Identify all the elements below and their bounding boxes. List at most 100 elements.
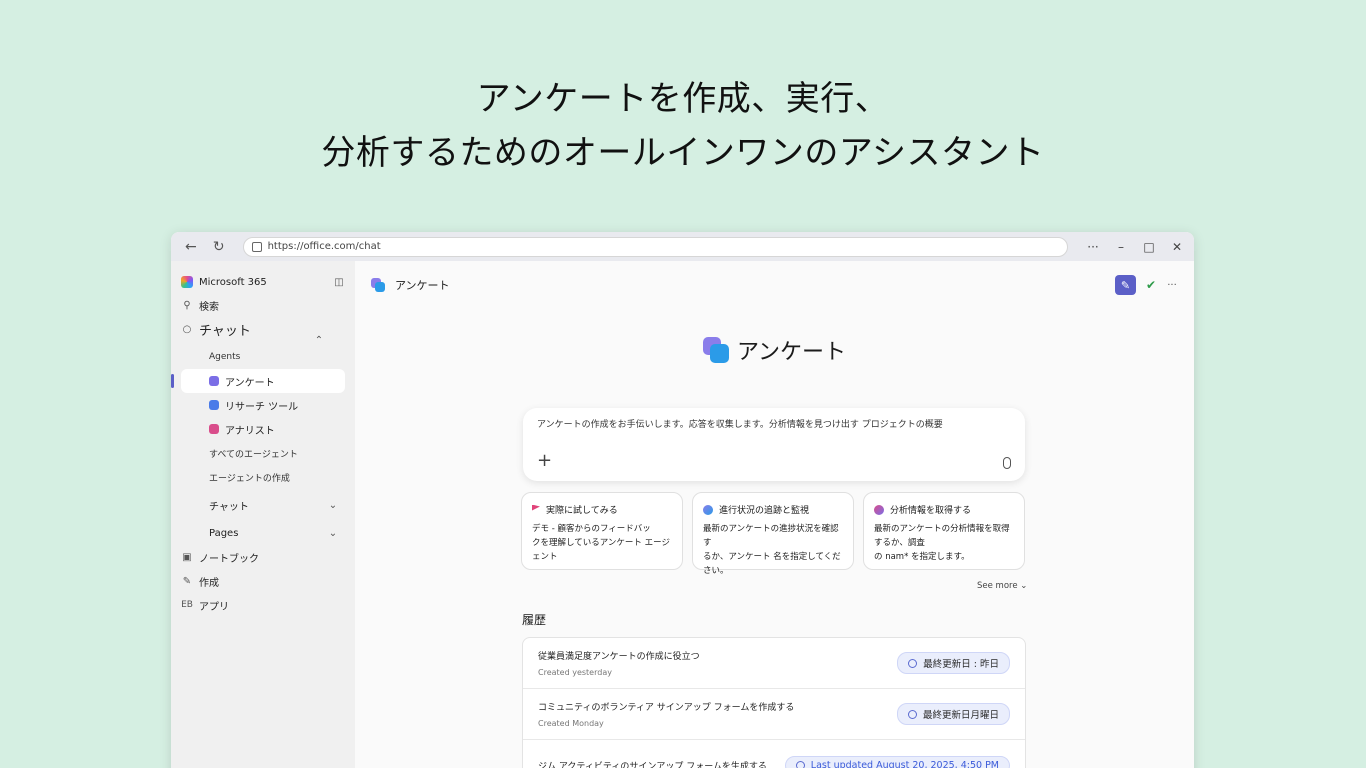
card-body: 最新のアンケートの分析情報を取得するか、調査 の nam* を指定します。 [874, 524, 1010, 562]
section-label: チャット [209, 501, 249, 513]
chat-composer[interactable]: アンケートの作成をお手伝いします。応答を収集します。分析情報を見つけ出す プロジ… [523, 408, 1025, 481]
chevron-down-icon: ⌄ [328, 499, 338, 511]
survey-logo-icon [702, 337, 729, 363]
sidebar-item-label: アプリ [199, 601, 229, 613]
create-icon: ✎ [182, 575, 192, 587]
sidebar-section-chat[interactable]: チャット ⌄ [181, 493, 345, 517]
sidebar-item-label: アナリスト [225, 425, 275, 437]
chat-bubble-icon: ○ [182, 323, 192, 335]
lock-icon [251, 241, 262, 252]
sidebar-item-agent-analyst[interactable]: アナリスト [181, 417, 345, 441]
card-title: 分析情報を取得する [890, 506, 972, 516]
main-panel: アンケート ✎ ✔ ··· アンケート アンケートの作成をお手伝いします。応答を… [355, 261, 1194, 768]
clock-icon [907, 709, 917, 719]
research-agent-icon [209, 400, 219, 410]
main-topbar: アンケート ✎ ✔ ··· [355, 261, 1194, 309]
back-icon[interactable]: ← [181, 237, 201, 257]
sidebar-item-notebook[interactable]: ▣ ノートブック [181, 545, 345, 569]
topbar-agent-name: アンケート [395, 279, 450, 292]
sidebar-item-label: アンケート [225, 377, 275, 389]
chevron-down-icon: ⌄ [1020, 581, 1028, 591]
badge-label: Last updated August 20, 2025, 4:50 PM [810, 759, 999, 768]
card-title: 進行状況の追跡と監視 [719, 506, 810, 516]
agents-label: Agents [209, 352, 241, 362]
insight-icon [874, 504, 884, 515]
browser-window: ← ↻ https://office.com/chat ··· – □ ✕ Mi… [171, 232, 1194, 768]
sidebar-item-agent-survey[interactable]: アンケート [171, 369, 345, 393]
clock-icon [908, 658, 918, 668]
sidebar-item-label: 作成 [199, 577, 219, 589]
card-title: 実際に試してみる [546, 506, 618, 516]
hero-heading: アンケートを作成、実行、 分析するためのオールインワンのアシスタント [0, 72, 1366, 180]
sidebar-item-create-agent[interactable]: エージェントの作成 [181, 465, 345, 489]
badge-label: 最終更新日 : 昨日 [923, 659, 999, 670]
agent-title-text: アンケート [736, 340, 847, 365]
more-icon[interactable]: ··· [1086, 240, 1100, 254]
history-subtitle: Created Monday [538, 719, 604, 728]
url-text: https://office.com/chat [267, 241, 381, 252]
hero-line-2: 分析するためのオールインワンのアシスタント [321, 133, 1045, 173]
history-title: コミュニティのボランティア サインアップ フォームを作成する [538, 703, 795, 713]
address-bar[interactable]: https://office.com/chat [242, 236, 1069, 257]
sidebar-item-label: リサーチ ツール [225, 401, 299, 413]
last-updated-badge: 最終更新日 : 昨日 [897, 652, 1010, 674]
sidebar-item-create[interactable]: ✎ 作成 [181, 569, 345, 593]
sidebar: Microsoft 365 ◫ ⚲ 検索 ○ チャット ⌃ Agents アンケ… [171, 261, 355, 768]
sidebar-item-label: ノートブック [199, 553, 259, 565]
shield-icon[interactable]: ✔ [1146, 278, 1156, 292]
see-more-link[interactable]: See more ⌄ [977, 581, 1027, 591]
history-heading: 履歴 [522, 613, 547, 627]
close-icon[interactable]: ✕ [1170, 240, 1184, 254]
analyst-agent-icon [209, 424, 219, 434]
brand-label: Microsoft 365 [199, 276, 267, 288]
history-title: 従業員満足度アンケートの作成に役立つ [538, 652, 700, 662]
card-body: デモ - 顧客からのフィードバッ クを理解しているアンケート エージェント [532, 524, 670, 562]
history-row[interactable]: 従業員満足度アンケートの作成に役立つ Created yesterday 最終更… [523, 638, 1025, 689]
sidebar-section-pages[interactable]: Pages ⌄ [181, 521, 345, 545]
refresh-icon[interactable]: ↻ [209, 237, 229, 257]
history-row[interactable]: コミュニティのボランティア サインアップ フォームを作成する Created M… [523, 689, 1025, 740]
prompt-card-track[interactable]: 進行状況の追跡と監視 最新のアンケートの進捗状況を確認す るか、アンケート 名を… [692, 492, 854, 576]
apps-icon: EB [181, 600, 193, 610]
history-list: 従業員満足度アンケートの作成に役立つ Created yesterday 最終更… [522, 637, 1026, 768]
sidebar-item-apps[interactable]: EB アプリ [181, 593, 345, 617]
history-title: ジム アクティビティのサインアップ フォームを生成する [538, 761, 767, 768]
sidebar-item-label: 検索 [199, 301, 219, 313]
sidebar-item-search[interactable]: ⚲ 検索 [181, 293, 345, 317]
browser-titlebar: ← ↻ https://office.com/chat ··· – □ ✕ [171, 232, 1194, 261]
flag-icon [532, 504, 540, 511]
card-body: 最新のアンケートの進捗状況を確認す るか、アンケート 名を指定してください。 [703, 524, 841, 576]
survey-agent-icon [209, 376, 219, 386]
agent-title: アンケート [355, 334, 1194, 366]
more-options-icon[interactable]: ··· [1166, 279, 1178, 291]
sidebar-toggle-icon[interactable]: ◫ [333, 276, 345, 288]
search-icon: ⚲ [183, 299, 191, 311]
maximize-icon[interactable]: □ [1142, 240, 1156, 254]
last-updated-badge: Last updated August 20, 2025, 4:50 PM [784, 755, 1010, 768]
prompt-card-try[interactable]: 実際に試してみる デモ - 顧客からのフィードバッ クを理解しているアンケート … [521, 492, 683, 570]
clock-icon [795, 760, 805, 768]
sidebar-brand: Microsoft 365 ◫ [181, 271, 345, 293]
section-label: Pages [209, 527, 239, 539]
composer-placeholder: アンケートの作成をお手伝いします。応答を収集します。分析情報を見つけ出す プロジ… [537, 420, 943, 430]
badge-label: 最終更新日月曜日 [922, 710, 999, 721]
survey-agent-icon [371, 278, 385, 292]
m365-logo-icon [181, 276, 193, 288]
hero-line-1: アンケートを作成、実行、 [476, 79, 890, 119]
prompt-card-insights[interactable]: 分析情報を取得する 最新のアンケートの分析情報を取得するか、調査 の nam* … [863, 492, 1025, 570]
history-subtitle: Created yesterday [538, 668, 612, 677]
chevron-up-icon[interactable]: ⌃ [313, 334, 325, 346]
sidebar-item-label: チャット [199, 323, 251, 339]
last-updated-badge: 最終更新日月曜日 [896, 703, 1010, 725]
prompt-cards: 実際に試してみる デモ - 顧客からのフィードバッ クを理解しているアンケート … [521, 492, 1025, 576]
people-icon [703, 504, 713, 515]
microphone-icon[interactable] [1003, 457, 1011, 469]
chevron-down-icon: ⌄ [328, 527, 338, 539]
history-row[interactable]: ジム アクティビティのサインアップ フォームを生成する Last updated… [523, 740, 1025, 768]
sidebar-item-all-agents[interactable]: すべてのエージェント [181, 441, 345, 465]
minimize-icon[interactable]: – [1114, 240, 1128, 254]
new-chat-button[interactable]: ✎ [1114, 275, 1136, 295]
add-icon[interactable]: + [537, 450, 552, 471]
see-more-label: See more [977, 581, 1018, 591]
sidebar-item-agent-research[interactable]: リサーチ ツール [181, 393, 345, 417]
